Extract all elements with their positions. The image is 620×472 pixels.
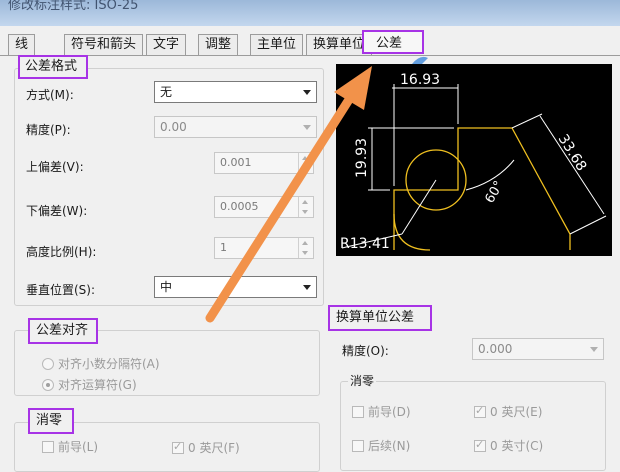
cursor-icon xyxy=(412,56,428,64)
annotation-arrow xyxy=(205,66,372,323)
annotation-arrow-shaft xyxy=(205,93,355,323)
annotation-arrow-head xyxy=(334,66,372,110)
